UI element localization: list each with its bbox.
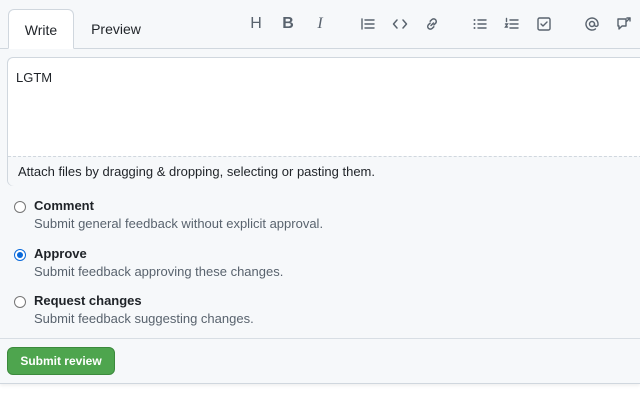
request-changes-description: Submit feedback suggesting changes.: [34, 311, 254, 326]
mention-icon[interactable]: [580, 12, 604, 36]
comment-radio[interactable]: [14, 201, 26, 213]
bold-icon-glyph: B: [282, 15, 294, 32]
approve-description: Submit feedback approving these changes.: [34, 264, 284, 279]
code-icon[interactable]: [388, 12, 412, 36]
footer-divider: [0, 338, 640, 339]
approve-title: Approve: [34, 246, 87, 261]
submit-review-button[interactable]: Submit review: [7, 347, 115, 375]
bold-icon[interactable]: B: [276, 12, 300, 36]
reference-icon[interactable]: [612, 12, 636, 36]
tab-write[interactable]: Write: [8, 9, 74, 49]
editor-tabbar: Write Preview H B I: [0, 0, 640, 49]
italic-icon-glyph: I: [317, 15, 323, 32]
tab-preview[interactable]: Preview: [78, 9, 154, 49]
approve-radio[interactable]: [14, 249, 26, 261]
comment-description: Submit general feedback without explicit…: [34, 216, 324, 231]
link-icon[interactable]: [420, 12, 444, 36]
request-changes-radio[interactable]: [14, 296, 26, 308]
quote-icon[interactable]: [356, 12, 380, 36]
comment-textarea[interactable]: LGTM Attach files by dragging & dropping…: [7, 57, 640, 186]
heading-icon-glyph: H: [250, 15, 262, 32]
attach-files-area[interactable]: Attach files by dragging & dropping, sel…: [8, 156, 640, 186]
review-panel: Write Preview H B I LGTM Attach files by…: [0, 0, 640, 384]
comment-text[interactable]: LGTM: [16, 70, 52, 85]
italic-icon[interactable]: I: [308, 12, 332, 36]
ordered-list-icon[interactable]: [500, 12, 524, 36]
task-list-icon[interactable]: [532, 12, 556, 36]
unordered-list-icon[interactable]: [468, 12, 492, 36]
comment-title: Comment: [34, 198, 94, 213]
heading-icon[interactable]: H: [244, 12, 268, 36]
request-changes-title: Request changes: [34, 293, 142, 308]
attach-hint: Attach files by dragging & dropping, sel…: [18, 164, 375, 179]
tabbar-divider: [0, 48, 640, 49]
